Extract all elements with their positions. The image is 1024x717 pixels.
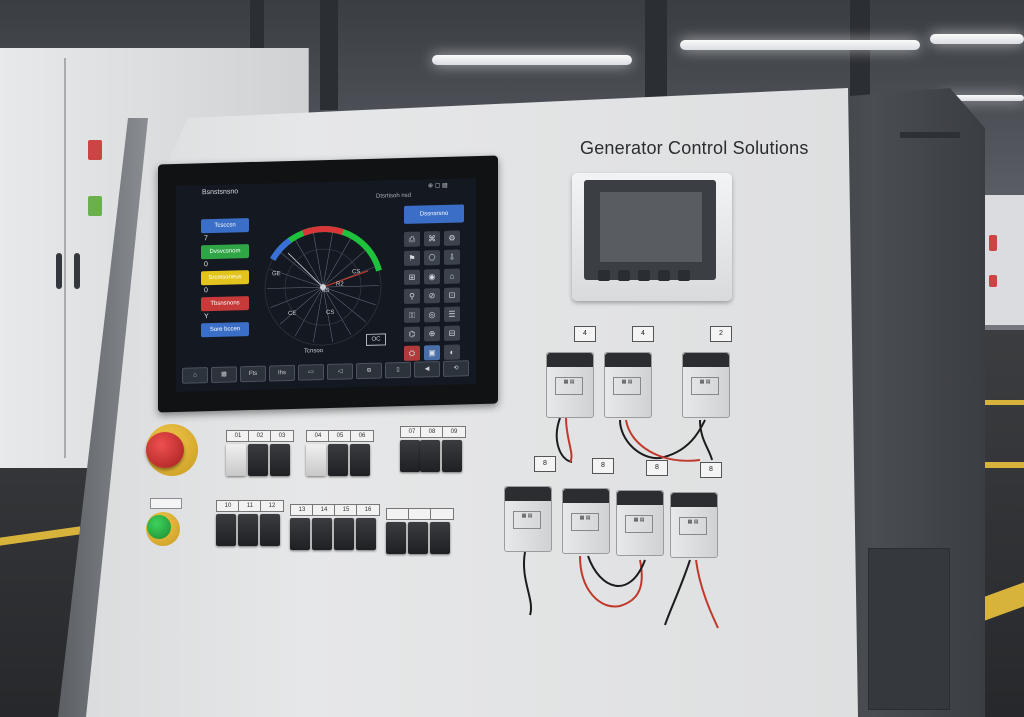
relay-module-label: ▦ ▤	[691, 377, 719, 395]
relay-module-label: ▦ ▤	[625, 515, 653, 533]
relay-module: ▦ ▤	[546, 352, 594, 418]
relay-module: ▦ ▤	[504, 486, 552, 552]
relay-module-cap	[547, 353, 593, 367]
relay-module: ▦ ▤	[616, 490, 664, 556]
relay-tag: 8	[534, 456, 556, 472]
relay-tag: 8	[700, 462, 722, 478]
relay-tag: 4	[632, 326, 654, 342]
relay-module: ▦ ▤	[562, 488, 610, 554]
relay-module-label: ▦ ▤	[513, 511, 541, 529]
relay-module: ▦ ▤	[604, 352, 652, 418]
relay-module: ▦ ▤	[670, 492, 718, 558]
relay-module-cap	[671, 493, 717, 507]
relay-module-cap	[505, 487, 551, 501]
relay-wiring	[523, 417, 719, 629]
relay-module-label: ▦ ▤	[571, 513, 599, 531]
relay-module-cap	[563, 489, 609, 503]
relay-module: ▦ ▤	[682, 352, 730, 418]
relay-module-label: ▦ ▤	[679, 517, 707, 535]
relay-module-label: ▦ ▤	[555, 377, 583, 395]
relay-tag: 4	[574, 326, 596, 342]
relay-module-cap	[683, 353, 729, 367]
relay-module-cap	[605, 353, 651, 367]
relay-tag: 8	[592, 458, 614, 474]
relay-module-cap	[617, 491, 663, 505]
relay-tag: 2	[710, 326, 732, 342]
relay-tag: 8	[646, 460, 668, 476]
relay-module-label: ▦ ▤	[613, 377, 641, 395]
